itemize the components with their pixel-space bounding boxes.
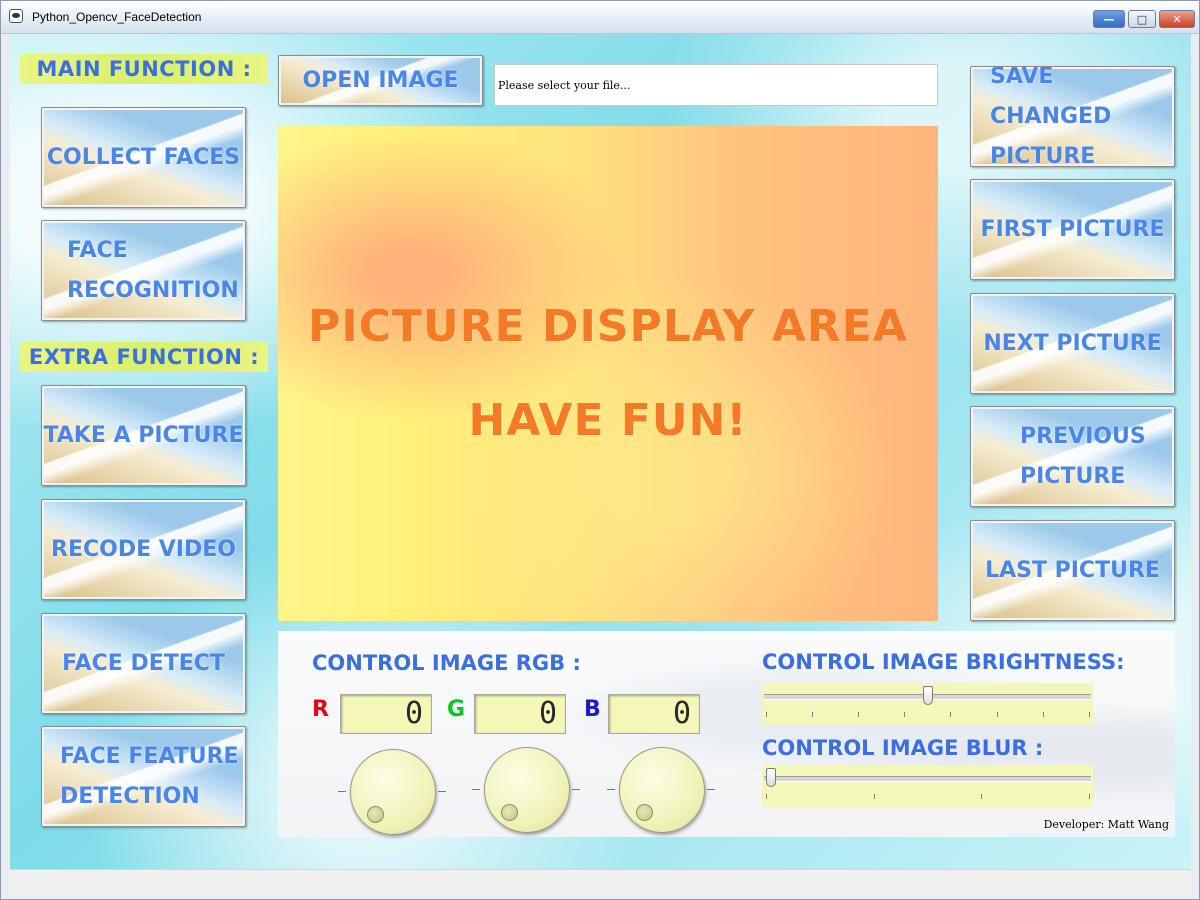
face-recognition-label-line1: FACE <box>67 237 128 263</box>
previous-picture-label-line2: PICTURE <box>1020 463 1126 489</box>
g-label: G <box>447 697 466 722</box>
app-icon <box>9 9 23 23</box>
rgb-heading: CONTROL IMAGE RGB : <box>312 651 581 675</box>
developer-credit: Developer: Matt Wang <box>1043 818 1169 831</box>
previous-picture-button[interactable]: PREVIOUS PICTURE <box>970 406 1175 507</box>
b-dial-knob[interactable] <box>636 804 653 821</box>
window-title: Python_Opencv_FaceDetection <box>32 10 202 24</box>
blur-ticks <box>766 794 1090 800</box>
take-a-picture-button[interactable]: TAKE A PICTURE <box>41 385 246 486</box>
collect-faces-button[interactable]: COLLECT FACES <box>41 107 246 208</box>
save-changed-label-line1: SAVE CHANGED <box>990 66 1112 129</box>
r-dial-knob[interactable] <box>367 806 384 823</box>
g-dial[interactable] <box>484 747 570 833</box>
picture-area-subtitle: HAVE FUN! <box>468 394 748 446</box>
recode-video-button[interactable]: RECODE VIDEO <box>41 499 246 600</box>
picture-display-area: PICTURE DISPLAY AREA HAVE FUN! <box>278 126 938 621</box>
r-value-display: 0 <box>340 694 432 734</box>
dial-tick <box>438 791 446 792</box>
extra-function-label: EXTRA FUNCTION : <box>20 342 268 372</box>
dial-tick <box>572 789 580 790</box>
dial-tick <box>472 789 480 790</box>
picture-area-title: PICTURE DISPLAY AREA <box>308 300 908 352</box>
title-bar: Python_Opencv_FaceDetection — □ ✕ <box>1 1 1199 34</box>
brightness-heading: CONTROL IMAGE BRIGHTNESS: <box>762 650 1125 674</box>
save-changed-label-line2: PICTURE <box>990 143 1096 167</box>
blur-heading: CONTROL IMAGE BLUR : <box>762 736 1044 760</box>
next-picture-button[interactable]: NEXT PICTURE <box>970 293 1175 394</box>
blur-slider[interactable] <box>762 765 1093 807</box>
face-feature-detection-label-line1: FACE FEATURE <box>60 743 239 769</box>
collect-faces-label: COLLECT FACES <box>46 144 241 170</box>
face-detect-button[interactable]: FACE DETECT <box>41 613 246 714</box>
last-picture-button[interactable]: LAST PICTURE <box>970 520 1175 621</box>
face-recognition-button[interactable]: FACE RECOGNITION <box>41 220 246 321</box>
brightness-handle[interactable] <box>922 686 933 705</box>
control-panel: CONTROL IMAGE RGB : R 0 G 0 B 0 CONTROL … <box>278 631 1175 837</box>
save-changed-picture-button[interactable]: SAVE CHANGED PICTURE <box>970 66 1175 167</box>
blur-track <box>764 776 1091 782</box>
recode-video-label: RECODE VIDEO <box>51 536 236 562</box>
maximize-button[interactable]: □ <box>1128 10 1156 28</box>
g-value-display: 0 <box>474 694 566 734</box>
g-dial-knob[interactable] <box>501 804 518 821</box>
r-dial[interactable] <box>350 749 436 835</box>
open-image-button[interactable]: OPEN IMAGE <box>278 55 483 106</box>
face-feature-detection-button[interactable]: FACE FEATURE DETECTION <box>41 726 246 827</box>
open-image-label: OPEN IMAGE <box>302 67 459 93</box>
brightness-slider[interactable] <box>762 683 1093 725</box>
take-a-picture-label: TAKE A PICTURE <box>43 422 244 448</box>
face-feature-detection-label-line2: DETECTION <box>60 783 200 809</box>
dial-tick <box>338 791 346 792</box>
face-recognition-label-line2: RECOGNITION <box>67 277 239 303</box>
next-picture-label: NEXT PICTURE <box>983 330 1162 356</box>
brightness-ticks <box>766 712 1090 718</box>
main-function-label: MAIN FUNCTION : <box>20 54 268 84</box>
minimize-button[interactable]: — <box>1093 10 1125 28</box>
dial-tick <box>707 789 715 790</box>
b-dial[interactable] <box>619 747 705 833</box>
status-bar <box>10 869 1191 896</box>
app-window: Python_Opencv_FaceDetection — □ ✕ MAIN F… <box>0 0 1200 900</box>
blur-handle[interactable] <box>766 768 776 787</box>
r-label: R <box>312 697 329 722</box>
last-picture-label: LAST PICTURE <box>985 557 1160 583</box>
b-value-display: 0 <box>608 694 700 734</box>
first-picture-label: FIRST PICTURE <box>980 216 1165 242</box>
close-button[interactable]: ✕ <box>1159 10 1195 28</box>
face-detect-label: FACE DETECT <box>62 650 225 676</box>
dial-tick <box>607 789 615 790</box>
previous-picture-label-line1: PREVIOUS <box>1020 423 1146 449</box>
b-label: B <box>584 697 601 722</box>
first-picture-button[interactable]: FIRST PICTURE <box>970 179 1175 280</box>
file-path-field[interactable]: Please select your file... <box>494 64 938 106</box>
